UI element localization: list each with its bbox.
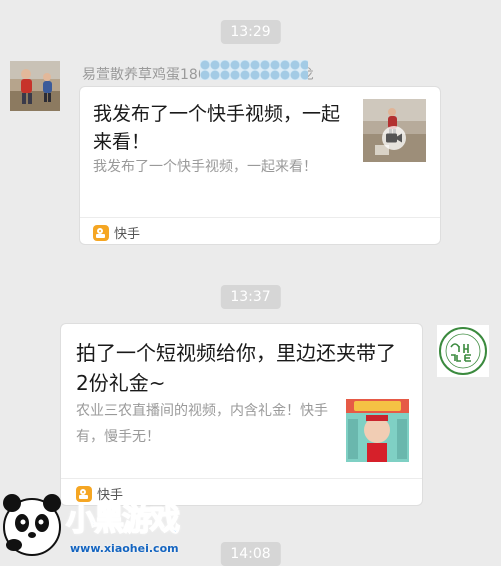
watermark-logo-text: 小黑游戏	[65, 502, 181, 539]
kuaishou-app-icon	[93, 224, 109, 241]
card-description: 我发布了一个快手视频，一起来看！	[93, 159, 317, 175]
timestamp: 13:29	[220, 20, 281, 44]
redaction-mosaic	[200, 60, 308, 80]
own-avatar[interactable]	[437, 325, 489, 377]
card-title: 拍了一个短视频给你，里边还夹带了2份礼金~	[76, 341, 396, 395]
card-divider	[80, 217, 440, 218]
shared-video-card[interactable]: 我发布了一个快手视频，一起来看！ 我发布了一个快手视频，一起来看！ 快手	[80, 87, 440, 244]
card-title: 我发布了一个快手视频，一起来看！	[93, 103, 341, 153]
video-thumbnail[interactable]	[346, 399, 409, 462]
app-source: 快手	[93, 223, 140, 242]
timestamp: 14:08	[220, 542, 281, 566]
card-description: 农业三农直播间的视频，内含礼金！快手有，慢手无！	[76, 403, 328, 445]
watermark-logo: 小黑游戏 www.xiaohei.com	[0, 487, 200, 560]
watermark-url: www.xiaohei.com	[70, 542, 179, 555]
video-thumbnail[interactable]	[363, 99, 426, 162]
card-divider	[61, 478, 422, 479]
video-camera-icon	[379, 126, 409, 154]
app-name: 快手	[114, 227, 141, 242]
timestamp: 13:37	[220, 285, 281, 309]
red-packet-video-card[interactable]: 拍了一个短视频给你，里边还夹带了2份礼金~ 农业三农直播间的视频，内含礼金！快手…	[61, 324, 422, 505]
sender-avatar[interactable]	[10, 61, 60, 111]
